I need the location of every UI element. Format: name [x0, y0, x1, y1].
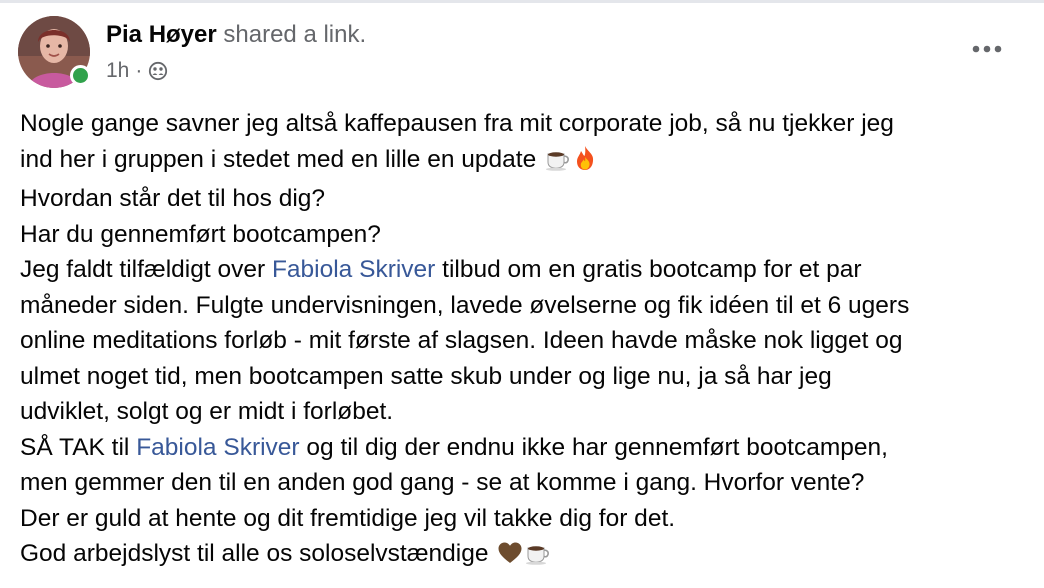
- post-text-line: ind her i gruppen i stedet med en lille …: [20, 142, 1030, 182]
- post-timestamp[interactable]: 1h: [106, 58, 129, 84]
- post-text-segment: ind her i gruppen i stedet med en lille …: [20, 145, 537, 173]
- post-header: Pia Høyer shared a link.: [106, 20, 366, 50]
- post-body: Nogle gange savner jeg altså kaffepausen…: [20, 106, 1030, 576]
- post-text-segment: Jeg faldt tilfældigt over: [20, 256, 272, 283]
- post-text-line: udviklet, solgt og er midt i forløbet.: [20, 398, 394, 425]
- post-text-segment: SÅ TAK til: [20, 433, 137, 461]
- post-text-line: ulmet noget tid, men bootcampen satte sk…: [20, 362, 832, 390]
- coffee-emoji: [525, 540, 551, 576]
- fire-emoji: [573, 145, 597, 182]
- post-meta: 1h ·: [106, 58, 168, 84]
- more-options-button[interactable]: [970, 36, 1004, 62]
- brown-heart-emoji: [497, 540, 523, 576]
- author-name[interactable]: Pia Høyer: [106, 21, 217, 48]
- post-action-text: shared a link.: [223, 21, 367, 48]
- post-text-line: God arbejdslyst til alle os soloselvstæn…: [20, 536, 1030, 576]
- online-status-indicator: [70, 65, 91, 86]
- post-text-line: Hvordan står det til hos dig?: [20, 185, 326, 212]
- mention-link[interactable]: Fabiola Skriver: [272, 256, 435, 283]
- post-text-line: måneder siden. Fulgte undervisningen, la…: [20, 291, 910, 319]
- post-text-line: Jeg faldt tilfældigt over Fabiola Skrive…: [20, 252, 1030, 288]
- post-text-segment: tilbud om en gratis bootcamp for et par: [435, 256, 862, 283]
- more-horizontal-icon: [972, 45, 1002, 53]
- post-text-line: Der er guld at hente og dit fremtidige j…: [20, 504, 676, 532]
- facebook-post: Pia Høyer shared a link. 1h · Nogle gang…: [0, 0, 1044, 588]
- group-audience-icon[interactable]: [148, 61, 168, 81]
- mention-link[interactable]: Fabiola Skriver: [136, 434, 299, 461]
- post-text-line: SÅ TAK til Fabiola Skriver og til dig de…: [20, 430, 1030, 466]
- post-text-line: Har du gennemført bootcampen?: [20, 220, 381, 248]
- post-text-segment: God arbejdslyst til alle os soloselvstæn…: [20, 540, 489, 567]
- top-divider: [0, 0, 1044, 3]
- avatar[interactable]: [18, 16, 91, 88]
- meta-separator: ·: [135, 59, 143, 82]
- post-text-line: Nogle gange savner jeg altså kaffepausen…: [20, 110, 894, 137]
- coffee-emoji: [545, 146, 571, 182]
- post-text-line: online meditations forløb - mit første a…: [20, 327, 903, 354]
- post-text-segment: og til dig der endnu ikke har gennemført…: [299, 433, 888, 461]
- post-text-line: men gemmer den til en anden god gang - s…: [20, 469, 865, 496]
